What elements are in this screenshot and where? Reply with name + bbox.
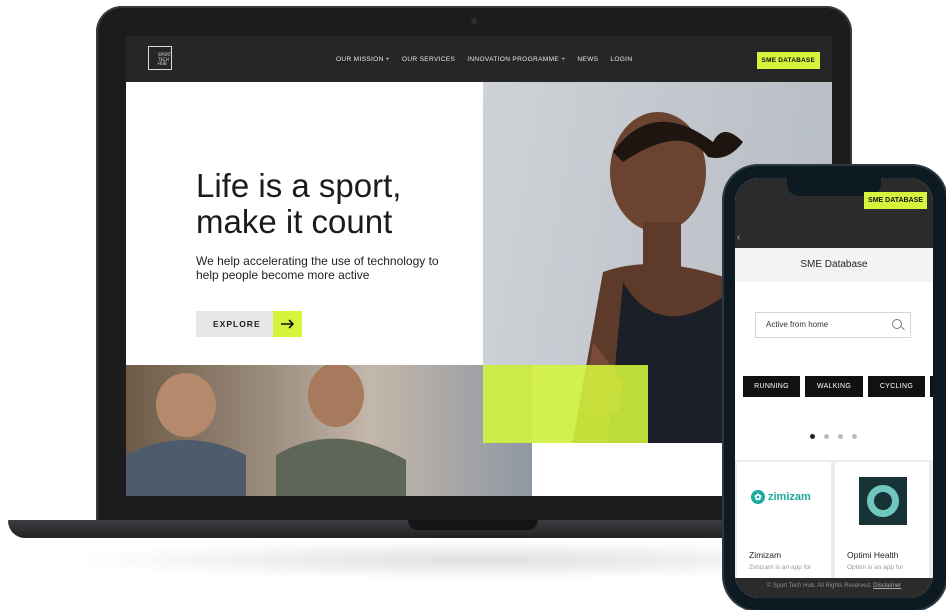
device-mockup: SPORT TECH HUB OUR MISSION + OUR SERVICE… xyxy=(0,0,946,610)
nav-item-login[interactable]: LOGIN xyxy=(610,56,632,63)
sme-database-button[interactable]: SME DATABASE xyxy=(756,52,820,69)
phone-header: SME Database xyxy=(735,248,933,282)
carousel-dot[interactable] xyxy=(852,434,857,439)
phone-back-bar: ‹ xyxy=(735,232,933,248)
card-desc: Zimizam is an app for xyxy=(749,564,812,571)
chip-walking[interactable]: WALKING xyxy=(805,376,863,397)
phone-footer: © Sport Tech Hub. All Rights Reserved. D… xyxy=(735,578,933,598)
card-name: Zimizam xyxy=(749,550,782,560)
card-name: Optimi Health xyxy=(847,550,899,560)
chip-running[interactable]: RUNNING xyxy=(743,376,800,397)
team-image xyxy=(126,365,532,496)
phone-sme-button[interactable]: SME DATABASE xyxy=(864,192,927,209)
chip-cycling[interactable]: CYCLING xyxy=(868,376,925,397)
hero-title: Life is a sport, make it count xyxy=(196,167,402,240)
laptop-notch xyxy=(408,520,538,530)
optimi-icon xyxy=(859,477,907,525)
hero-subtitle: We help accelerating the use of technolo… xyxy=(196,254,439,282)
card-optimi[interactable]: Optimi Health Optimi is an app for xyxy=(835,462,929,580)
zimizam-icon: ✿ xyxy=(751,490,765,504)
company-cards: ✿ zimizam Zimizam Zimizam is an app for O… xyxy=(735,460,933,580)
search-input[interactable]: Active from home xyxy=(755,312,911,338)
chip-more[interactable] xyxy=(930,376,933,397)
logo-text: SPORT TECH HUB xyxy=(158,52,172,66)
site-nav: SPORT TECH HUB OUR MISSION + OUR SERVICE… xyxy=(126,36,832,82)
nav-item-services[interactable]: OUR SERVICES xyxy=(402,56,455,63)
card-zimizam[interactable]: ✿ zimizam Zimizam Zimizam is an app for xyxy=(737,462,831,580)
nav-item-news[interactable]: NEWS xyxy=(577,56,598,63)
people-illustration xyxy=(126,365,406,496)
explore-label: EXPLORE xyxy=(213,319,261,329)
back-icon[interactable]: ‹ xyxy=(737,232,740,243)
nav-menu: OUR MISSION + OUR SERVICES INNOVATION PR… xyxy=(336,56,632,63)
site-logo[interactable]: SPORT TECH HUB xyxy=(148,46,172,70)
nav-item-mission[interactable]: OUR MISSION + xyxy=(336,56,390,63)
disclaimer-link[interactable]: Disclaimer xyxy=(873,583,901,589)
arrow-right-icon xyxy=(273,311,302,337)
footer-text: © Sport Tech Hub. All Rights Reserved. xyxy=(766,583,872,589)
search-icon[interactable] xyxy=(892,319,902,329)
zimizam-logo-text: zimizam xyxy=(768,491,811,503)
explore-button[interactable]: EXPLORE xyxy=(196,311,302,337)
search-text: Active from home xyxy=(766,320,829,329)
zimizam-logo: ✿ zimizam xyxy=(751,490,811,504)
phone-screen: SME DATABASE ‹ SME Database Active from … xyxy=(735,178,933,598)
carousel-dot[interactable] xyxy=(838,434,843,439)
carousel-dot[interactable] xyxy=(824,434,829,439)
card-desc: Optimi is an app for xyxy=(847,564,904,571)
camera-icon xyxy=(471,18,477,24)
nav-item-innovation[interactable]: INNOVATION PROGRAMME + xyxy=(467,56,565,63)
carousel-dots xyxy=(810,434,857,439)
accent-block xyxy=(483,365,648,443)
carousel-dot[interactable] xyxy=(810,434,815,439)
category-chips: RUNNING WALKING CYCLING xyxy=(743,376,933,397)
